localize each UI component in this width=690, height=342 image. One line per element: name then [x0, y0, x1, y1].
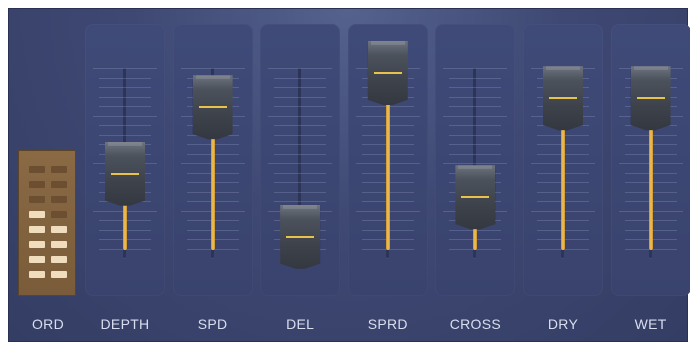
fader-label-del: DEL	[286, 316, 315, 332]
fader-tick	[99, 106, 151, 107]
ord-cell	[29, 196, 45, 203]
fader-channel-spd	[172, 24, 253, 296]
fader-knob-cross[interactable]	[455, 165, 496, 230]
fader-knob-indicator	[373, 72, 402, 74]
ord-cell	[51, 271, 67, 278]
fader-channel-depth	[85, 24, 165, 296]
fader-tick	[449, 144, 502, 145]
ord-cell	[29, 241, 45, 248]
fader-tick	[274, 153, 327, 155]
fader-knob-highlight	[458, 165, 493, 170]
fader-tick	[274, 87, 327, 88]
ord-cell	[29, 181, 45, 188]
fader-tick	[449, 87, 502, 88]
fader-tick	[449, 77, 502, 79]
fader-tick	[274, 201, 327, 202]
ord-cell	[51, 211, 67, 218]
fader-tick	[268, 68, 333, 69]
fader-knob-dry[interactable]	[543, 66, 583, 131]
fader-tick	[99, 134, 151, 136]
fader-tick	[443, 68, 508, 69]
fader-knob-highlight	[283, 204, 318, 209]
fader-knob-indicator	[636, 97, 665, 100]
ord-cell	[51, 181, 67, 188]
fader-tick	[268, 115, 333, 117]
fader-knob-sprd[interactable]	[367, 41, 408, 105]
ord-selector[interactable]	[18, 150, 76, 296]
fader-channel-sprd	[347, 24, 428, 296]
fader-tick	[274, 134, 327, 136]
fader-tick	[274, 125, 327, 126]
fader-tick	[449, 134, 502, 136]
fader-label-depth: DEPTH	[100, 316, 150, 332]
fader-channel-dry	[523, 24, 603, 296]
ord-cell	[51, 256, 67, 263]
ord-cell	[29, 256, 45, 263]
fader-label-wet: WET	[634, 316, 667, 332]
ord-cell	[29, 226, 45, 233]
fader-label-cross: CROSS	[449, 316, 502, 332]
fader-tick	[449, 153, 502, 155]
fader-tick	[274, 106, 327, 107]
mixer-panel: ORD DEPTH SPD DEL SPRD CROSS DRY WET	[8, 8, 690, 342]
fader-tick	[180, 68, 245, 69]
fader-channel-wet	[610, 24, 690, 296]
fader-knob-highlight	[195, 75, 230, 80]
ord-cell	[51, 196, 67, 203]
fader-tick	[274, 182, 327, 183]
ord-cell	[29, 271, 45, 278]
fader-tick	[443, 115, 508, 117]
fader-tick	[93, 68, 157, 69]
ord-cell	[51, 241, 67, 248]
fader-tick	[99, 77, 151, 79]
fader-tick	[274, 77, 327, 79]
fader-label-sprd: SPRD	[367, 316, 408, 332]
fader-knob-highlight	[108, 141, 142, 146]
fader-tick	[274, 96, 327, 98]
fader-tick	[274, 191, 327, 193]
fader-knob-indicator	[286, 235, 315, 238]
fader-label-dry: DRY	[547, 316, 579, 332]
fader-knob-indicator	[111, 172, 139, 175]
fader-channel-cross	[435, 24, 516, 296]
fader-tick	[449, 125, 502, 126]
fader-knob-indicator	[461, 196, 490, 199]
fader-channel-del	[260, 24, 341, 296]
ord-cell	[51, 166, 67, 173]
fader-knob-highlight	[633, 66, 668, 71]
fader-tick	[274, 144, 327, 145]
fader-knob-wet[interactable]	[630, 66, 671, 131]
fader-tick	[443, 163, 508, 164]
fader-knob-highlight	[546, 66, 580, 71]
fader-knob-indicator	[549, 97, 577, 100]
fader-tick	[268, 163, 333, 164]
ord-label: ORD	[31, 316, 64, 332]
fader-knob-indicator	[198, 106, 227, 109]
fader-label-spd: SPD	[197, 316, 228, 332]
fader-tick	[449, 106, 502, 107]
fader-tick	[99, 87, 151, 88]
fader-knob-del[interactable]	[280, 204, 321, 269]
fader-tick	[99, 96, 151, 98]
fader-knob-spd[interactable]	[192, 75, 233, 140]
fader-tick	[93, 115, 157, 117]
fader-knob-highlight	[370, 41, 405, 45]
ord-cell	[29, 211, 45, 218]
ord-cell	[51, 226, 67, 233]
fader-knob-depth[interactable]	[105, 141, 145, 206]
ord-cell	[29, 166, 45, 173]
fader-tick	[99, 125, 151, 126]
fader-tick	[449, 96, 502, 98]
fader-tick	[274, 172, 327, 174]
